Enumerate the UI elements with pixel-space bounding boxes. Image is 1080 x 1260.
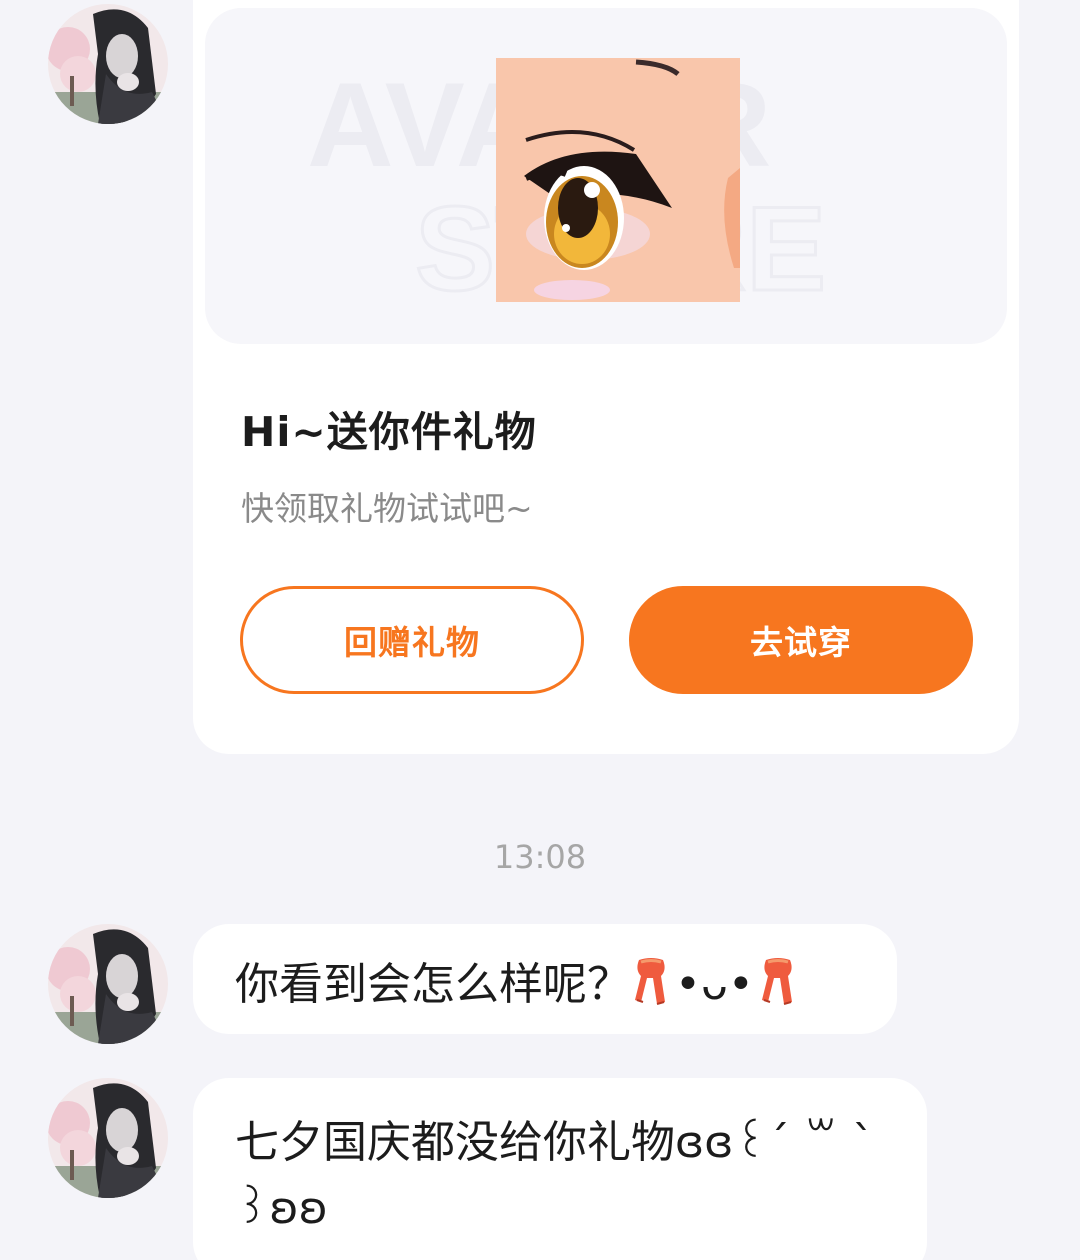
message-bubble[interactable]: 你看到会怎么样呢？ •ᴗ• [193, 924, 897, 1034]
message-bubble[interactable]: 七夕国庆都没给你礼物ɞɞ꒰ˊ ꒳ ˋ ꒱ʚʚ [193, 1078, 927, 1260]
chat-page: AVATAR STORE [0, 0, 1080, 1260]
gift-eye-image [496, 58, 740, 302]
avatar-image [48, 1078, 168, 1198]
return-gift-button[interactable]: 回赠礼物 [240, 586, 584, 694]
gift-card[interactable]: AVATAR STORE [193, 0, 1019, 754]
avatar-image [48, 924, 168, 1044]
gift-title: Hi~送你件礼物 [241, 408, 537, 456]
sender-avatar[interactable] [48, 924, 168, 1044]
scarf-icon [631, 956, 671, 1019]
message-timestamp: 13:08 [493, 838, 587, 876]
scarf-icon [758, 956, 798, 1019]
gift-banner: AVATAR STORE [205, 8, 1007, 344]
avatar-image [48, 4, 168, 124]
sender-avatar[interactable] [48, 1078, 168, 1198]
gift-subtitle: 快领取礼物试试吧~ [241, 489, 533, 528]
message-text: 七夕国庆都没给你礼物ɞɞ꒰ˊ ꒳ ˋ ꒱ʚʚ [235, 1117, 875, 1234]
kaomoji-text: •ᴗ• [675, 959, 754, 1010]
sender-avatar[interactable] [48, 4, 168, 124]
try-on-button[interactable]: 去试穿 [629, 586, 973, 694]
message-text: 你看到会怎么样呢？ [235, 959, 631, 1010]
